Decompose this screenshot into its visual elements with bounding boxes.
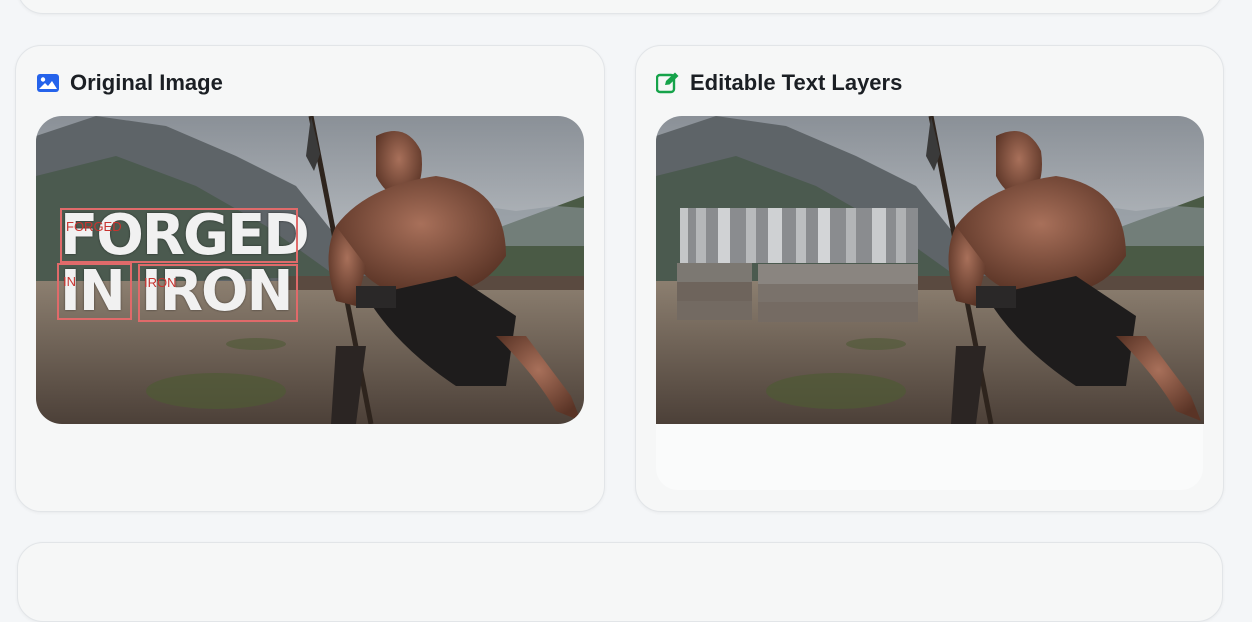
ocr-label-iron: IRON: [144, 275, 177, 290]
image-icon: [36, 73, 60, 93]
ocr-box-forged[interactable]: [60, 208, 298, 263]
top-card: [17, 0, 1223, 14]
editable-text-layers-card: Editable Text Layers: [635, 45, 1224, 512]
editable-image-canvas[interactable]: [656, 116, 1204, 424]
ocr-box-in[interactable]: [57, 263, 132, 320]
text-layers-panel: [656, 424, 1203, 490]
ocr-label-forged: FORGED: [66, 219, 122, 234]
inpaint-region-forged: [680, 208, 918, 263]
ocr-label-in: IN: [63, 274, 76, 289]
original-image-title: Original Image: [70, 70, 223, 95]
editable-text-layers-header: Editable Text Layers: [656, 70, 902, 96]
bottom-card: [17, 542, 1223, 622]
original-image-header: Original Image: [36, 70, 223, 96]
original-image-card: Original Image FORGED IN IRON FORGED IN …: [15, 45, 605, 512]
inpaint-region-in: [677, 263, 752, 320]
inpaint-region-iron: [758, 264, 918, 322]
ocr-box-iron[interactable]: [138, 264, 298, 322]
edit-icon: [656, 72, 680, 94]
editable-text-layers-title: Editable Text Layers: [690, 70, 903, 95]
original-image: FORGED IN IRON FORGED IN IRON: [36, 116, 584, 424]
